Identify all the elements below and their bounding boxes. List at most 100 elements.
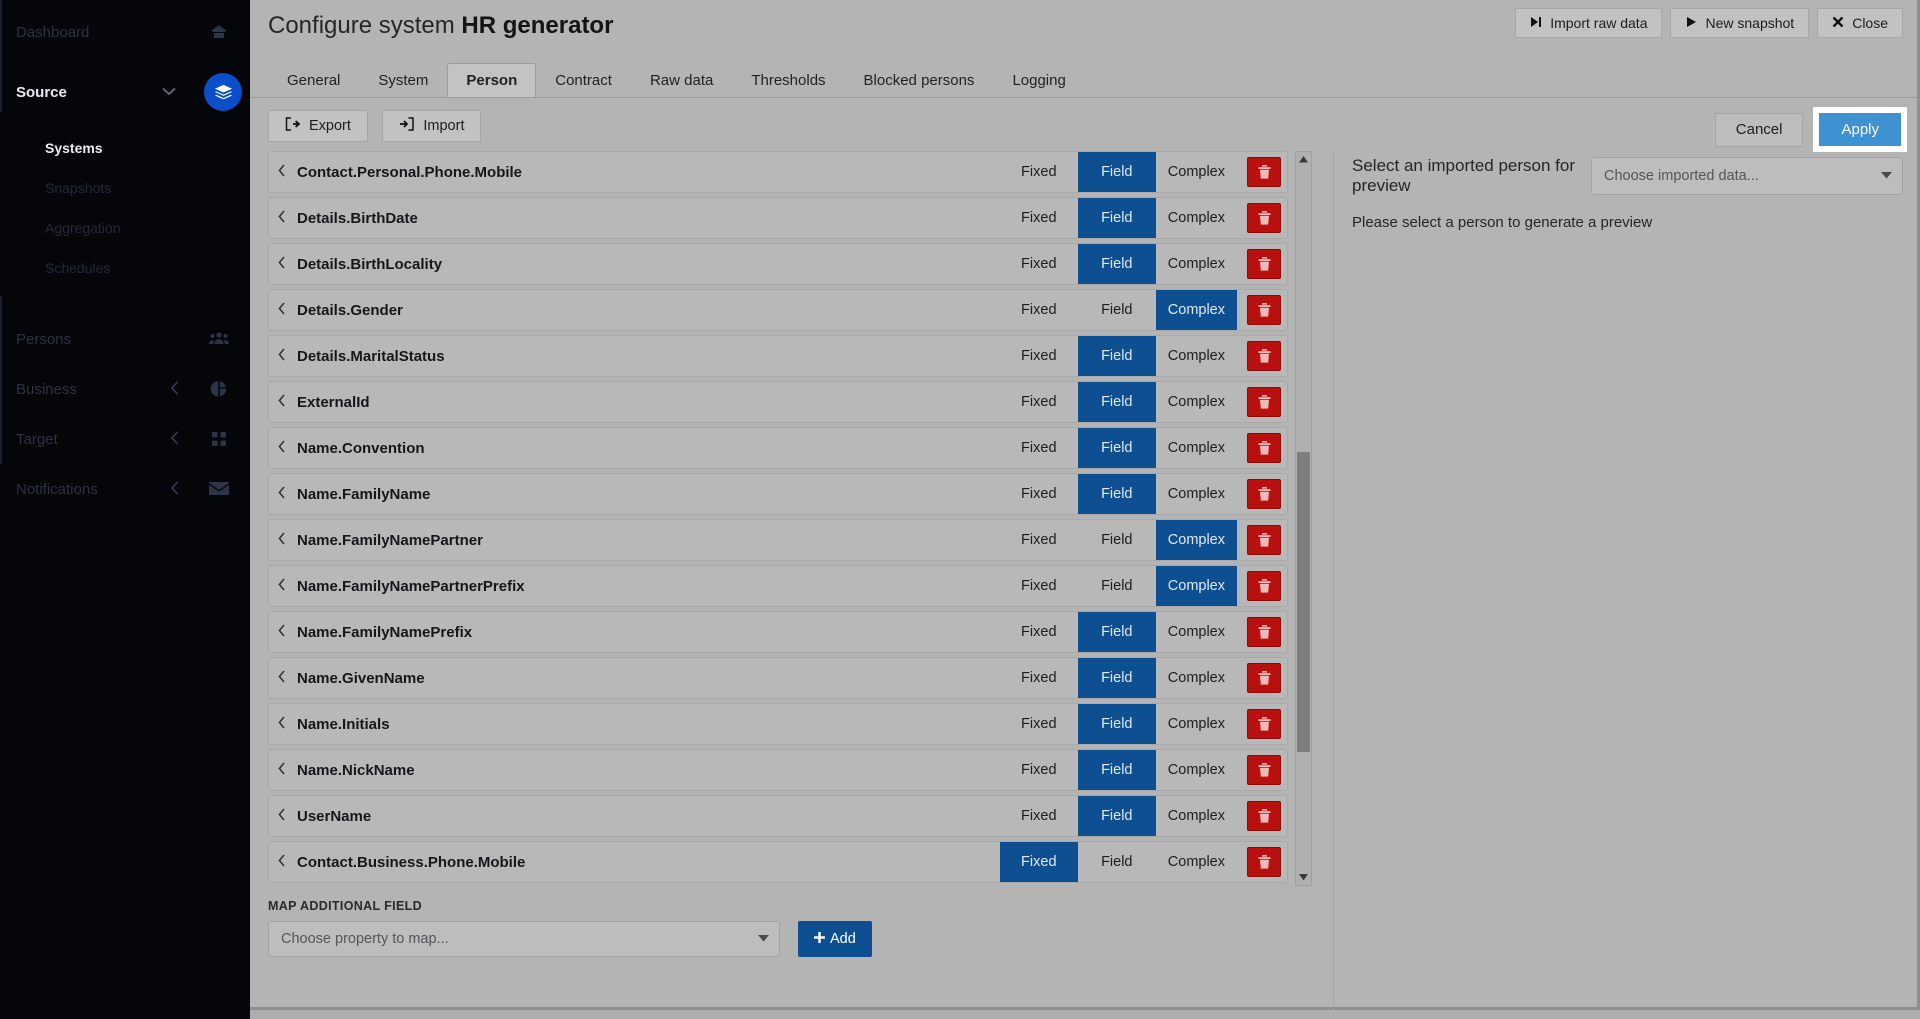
mapping-type-option-complex[interactable]: Complex [1156, 474, 1237, 514]
sidebar-item-schedules[interactable]: Schedules [0, 248, 250, 288]
chevron-left-icon[interactable] [269, 210, 295, 227]
delete-mapping-button[interactable] [1247, 663, 1281, 693]
mapping-type-option-fixed[interactable]: Fixed [1000, 152, 1078, 192]
mapping-type-option-complex[interactable]: Complex [1156, 612, 1237, 652]
mapping-type-option-fixed[interactable]: Fixed [1000, 290, 1078, 330]
chevron-left-icon[interactable] [269, 578, 295, 595]
imported-person-select[interactable]: Choose imported data... [1591, 157, 1903, 195]
mapping-type-option-complex[interactable]: Complex [1156, 336, 1237, 376]
mapping-type-option-field[interactable]: Field [1077, 658, 1156, 698]
delete-mapping-button[interactable] [1247, 479, 1281, 509]
mapping-type-option-field[interactable]: Field [1077, 382, 1156, 422]
mapping-type-option-field[interactable]: Field [1077, 704, 1156, 744]
chevron-left-icon[interactable] [269, 486, 295, 503]
chevron-left-icon[interactable] [269, 532, 295, 549]
mapping-type-option-field[interactable]: Field [1077, 152, 1156, 192]
mapping-type-option-complex[interactable]: Complex [1155, 520, 1237, 560]
tab-person[interactable]: Person [447, 63, 537, 97]
sidebar-item-target[interactable]: Target [0, 414, 250, 464]
chevron-left-icon[interactable] [269, 164, 295, 181]
mapping-type-option-complex[interactable]: Complex [1156, 382, 1237, 422]
mapping-type-option-field[interactable]: Field [1077, 428, 1156, 468]
scroll-up-icon[interactable] [1296, 152, 1311, 167]
chevron-left-icon[interactable] [269, 670, 295, 687]
chevron-left-icon[interactable] [269, 256, 295, 273]
mapping-type-option-field[interactable]: Field [1078, 520, 1156, 560]
delete-mapping-button[interactable] [1247, 433, 1281, 463]
mapping-type-option-complex[interactable]: Complex [1156, 658, 1237, 698]
mapping-type-option-complex[interactable]: Complex [1156, 244, 1237, 284]
chevron-left-icon[interactable] [269, 808, 295, 825]
import-button[interactable]: Import [382, 110, 482, 142]
delete-mapping-button[interactable] [1247, 203, 1281, 233]
mapping-type-option-fixed[interactable]: Fixed [1000, 520, 1078, 560]
delete-mapping-button[interactable] [1247, 387, 1281, 417]
mapping-type-option-field[interactable]: Field [1077, 474, 1156, 514]
sidebar-item-dashboard[interactable]: Dashboard [0, 0, 250, 64]
sidebar-item-business[interactable]: Business [0, 364, 250, 414]
mapping-type-option-fixed[interactable]: Fixed [1000, 704, 1078, 744]
tab-raw-data[interactable]: Raw data [631, 63, 732, 97]
delete-mapping-button[interactable] [1247, 157, 1281, 187]
chevron-left-icon[interactable] [269, 854, 295, 871]
scrollbar-thumb[interactable] [1297, 452, 1310, 752]
delete-mapping-button[interactable] [1247, 341, 1281, 371]
close-button[interactable]: Close [1817, 8, 1903, 38]
mapping-type-option-field[interactable]: Field [1077, 796, 1156, 836]
sidebar-item-aggregation[interactable]: Aggregation [0, 208, 250, 248]
cancel-button[interactable]: Cancel [1714, 112, 1804, 147]
mapping-type-option-fixed[interactable]: Fixed [1000, 796, 1078, 836]
scroll-down-icon[interactable] [1296, 870, 1311, 885]
delete-mapping-button[interactable] [1247, 525, 1281, 555]
tab-contract[interactable]: Contract [536, 63, 631, 97]
mapping-type-option-complex[interactable]: Complex [1155, 566, 1237, 606]
sidebar-item-source[interactable]: Source [0, 64, 250, 120]
mapping-type-option-fixed[interactable]: Fixed [1000, 474, 1078, 514]
chevron-left-icon[interactable] [269, 762, 295, 779]
mapping-type-option-complex[interactable]: Complex [1156, 428, 1237, 468]
mapping-list-scrollbar[interactable] [1295, 151, 1312, 886]
delete-mapping-button[interactable] [1247, 295, 1281, 325]
chevron-left-icon[interactable] [269, 716, 295, 733]
tab-system[interactable]: System [359, 63, 447, 97]
delete-mapping-button[interactable] [1247, 249, 1281, 279]
chevron-left-icon[interactable] [269, 302, 295, 319]
import-raw-data-button[interactable]: Import raw data [1515, 8, 1663, 38]
tab-general[interactable]: General [268, 63, 359, 97]
mapping-type-option-field[interactable]: Field [1078, 566, 1156, 606]
add-mapping-button[interactable]: Add [798, 921, 872, 957]
map-property-select[interactable]: Choose property to map... [268, 921, 780, 957]
tab-blocked-persons[interactable]: Blocked persons [845, 63, 994, 97]
sidebar-item-notifications[interactable]: Notifications [0, 464, 250, 514]
delete-mapping-button[interactable] [1247, 847, 1281, 877]
chevron-left-icon[interactable] [269, 624, 295, 641]
mapping-type-option-fixed[interactable]: Fixed [1000, 428, 1078, 468]
mapping-type-option-complex[interactable]: Complex [1156, 198, 1237, 238]
mapping-type-option-field[interactable]: Field [1077, 336, 1156, 376]
layers-icon[interactable] [204, 73, 242, 111]
mapping-type-option-fixed[interactable]: Fixed [1000, 198, 1078, 238]
mapping-type-option-fixed[interactable]: Fixed [1000, 336, 1078, 376]
mapping-type-option-field[interactable]: Field [1077, 244, 1156, 284]
mapping-type-option-field[interactable]: Field [1077, 750, 1156, 790]
tab-logging[interactable]: Logging [993, 63, 1084, 97]
mapping-type-option-field[interactable]: Field [1078, 842, 1156, 882]
mapping-type-option-fixed[interactable]: Fixed [1000, 612, 1078, 652]
chevron-left-icon[interactable] [269, 348, 295, 365]
delete-mapping-button[interactable] [1247, 617, 1281, 647]
mapping-type-option-fixed[interactable]: Fixed [999, 842, 1078, 882]
mapping-type-option-complex[interactable]: Complex [1156, 842, 1237, 882]
sidebar-item-snapshots[interactable]: Snapshots [0, 168, 250, 208]
mapping-type-option-complex[interactable]: Complex [1156, 796, 1237, 836]
export-button[interactable]: Export [268, 110, 368, 142]
new-snapshot-button[interactable]: New snapshot [1670, 8, 1810, 38]
mapping-type-option-fixed[interactable]: Fixed [1000, 244, 1078, 284]
delete-mapping-button[interactable] [1247, 571, 1281, 601]
chevron-left-icon[interactable] [269, 440, 295, 457]
sidebar-item-persons[interactable]: Persons [0, 314, 250, 364]
mapping-type-option-fixed[interactable]: Fixed [1000, 382, 1078, 422]
apply-button[interactable]: Apply [1819, 113, 1901, 146]
mapping-type-option-field[interactable]: Field [1077, 198, 1156, 238]
delete-mapping-button[interactable] [1247, 709, 1281, 739]
mapping-type-option-complex[interactable]: Complex [1155, 290, 1237, 330]
